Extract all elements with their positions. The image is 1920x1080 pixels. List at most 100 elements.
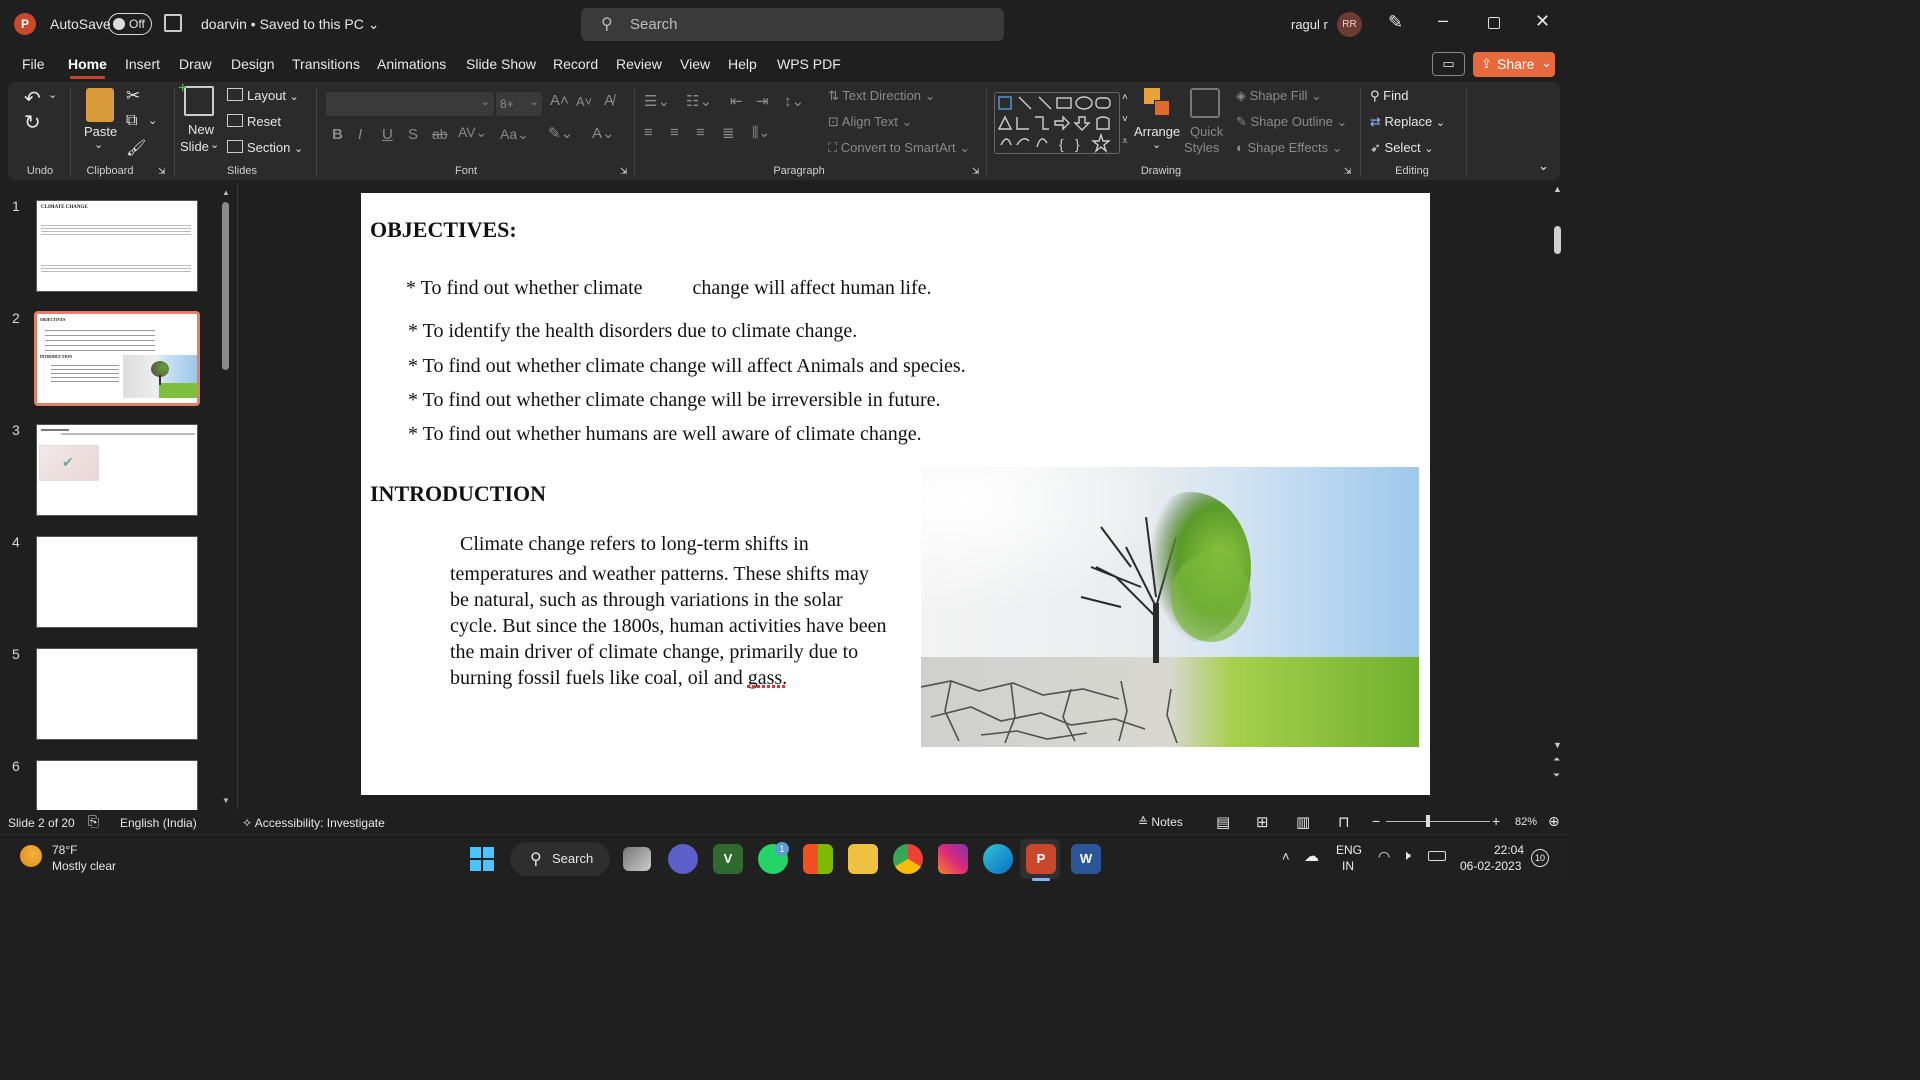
next-slide-icon[interactable]: ⏷ [1553,770,1560,781]
main-scrollbar[interactable]: ▲ ▼ ⏶ ⏷ [1550,182,1566,788]
italic-icon[interactable]: I [358,126,362,143]
slide-thumbnail-6[interactable] [36,760,198,810]
quick-styles-icon[interactable] [1190,88,1220,118]
font-color-icon[interactable]: A⌄ [592,124,615,142]
minimize-icon[interactable]: – [1438,10,1448,31]
chevron-down-icon[interactable]: ⌄ [210,138,219,151]
tab-animations[interactable]: Animations [377,56,446,72]
objective-bullet[interactable]: * To find out whether climate change wil… [408,355,966,378]
clock-time[interactable]: 22:04 [1494,843,1524,857]
text-direction-button[interactable]: ⇅ Text Direction ⌄ [828,88,936,104]
notification-badge[interactable]: 10 [1531,849,1549,867]
paste-icon[interactable] [86,88,114,122]
user-name[interactable]: ragul r [1291,17,1328,32]
redo-icon[interactable]: ↻ [24,110,41,135]
tab-draw[interactable]: Draw [179,56,212,72]
file-explorer-icon[interactable] [848,844,878,874]
tab-wps-pdf[interactable]: WPS PDF [777,56,841,72]
introduction-heading[interactable]: INTRODUCTION [370,481,546,507]
gallery-scroll-up-icon[interactable]: ˄ [1122,92,1128,103]
introduction-paragraph[interactable]: Climate change refers to long-term shift… [450,531,910,691]
tab-help[interactable]: Help [728,56,757,72]
language-eng[interactable]: ENG [1336,843,1362,857]
wifi-icon[interactable]: ◠ [1378,848,1390,865]
quick-styles-label[interactable]: Quick [1190,124,1223,139]
presenter-view-icon[interactable]: ⊓ [1338,813,1350,831]
pen-icon[interactable]: ✎ [1388,12,1403,33]
notes-button[interactable]: ≙ Notes [1138,815,1183,829]
slide-canvas[interactable]: OBJECTIVES: * To find out whether climat… [361,193,1430,795]
section-button[interactable]: Section ⌄ [247,140,303,155]
scroll-up-icon[interactable]: ▲ [1553,184,1562,194]
chevron-down-icon[interactable]: ⌄ [94,138,103,151]
show-hidden-icons[interactable]: ˄ [1282,849,1290,864]
microsoft-store-icon[interactable] [803,844,833,874]
climate-tree-image[interactable] [921,467,1419,747]
format-painter-icon[interactable]: 🖌 [126,138,146,158]
collapse-ribbon-icon[interactable]: ⌄ [1538,158,1549,174]
font-size-box[interactable]: 8+ ⌄ [496,92,542,116]
teams-chat-icon[interactable] [668,844,698,874]
shape-fill-button[interactable]: ◈ Shape Fill ⌄ [1236,88,1322,104]
edge-icon[interactable] [983,844,1013,874]
align-text-button[interactable]: ⊡ Align Text ⌄ [828,114,912,130]
reading-view-icon[interactable]: ▥ [1296,813,1310,831]
shadow-icon[interactable]: S [408,126,418,143]
quick-styles-label-2[interactable]: Styles [1184,140,1219,155]
zoom-level[interactable]: 82% [1515,816,1537,828]
chrome-icon[interactable] [893,844,923,874]
bold-icon[interactable]: B [332,126,343,143]
gallery-scroll-down-icon[interactable]: ˅ [1122,114,1128,125]
new-slide-label[interactable]: New [188,122,214,137]
line-spacing-icon[interactable]: ↕⌄ [784,92,804,110]
dialog-launcher-icon[interactable]: ⇲ [972,166,980,177]
undo-icon[interactable]: ↶ [24,86,41,111]
character-spacing-icon[interactable]: AV⌄ [458,124,487,141]
zoom-slider[interactable] [1386,815,1490,827]
new-slide-label-2[interactable]: Slide [180,139,209,154]
cut-icon[interactable]: ✂ [126,86,140,106]
tab-review[interactable]: Review [616,56,662,72]
taskbar-search[interactable]: ⚲ Search [510,842,610,876]
change-case-icon[interactable]: Aa⌄ [500,126,529,143]
slide-thumbnail-1[interactable]: CLIMATE CHANGE [36,200,198,292]
scroll-down-icon[interactable]: ▼ [1553,740,1562,750]
tab-insert[interactable]: Insert [125,56,160,72]
scrollbar-thumb[interactable] [222,202,229,370]
close-icon[interactable]: ✕ [1535,11,1550,32]
find-button[interactable]: ⚲ Find [1370,88,1408,104]
font-name-box[interactable]: ⌄ [326,92,494,116]
save-icon[interactable] [164,14,182,32]
tab-file[interactable]: File [22,56,45,72]
search-box[interactable]: ⚲ Search [581,8,1004,41]
avatar[interactable]: RR [1337,12,1362,37]
chevron-down-icon[interactable]: ⌄ [148,114,157,127]
zoom-slider-thumb[interactable] [1426,815,1430,827]
language-indicator[interactable]: English (India) [120,816,197,830]
slide-thumbnail-3[interactable]: ✔ [36,424,198,516]
accessibility-button[interactable]: ✧ Accessibility: Investigate [242,816,385,830]
objective-bullet[interactable]: * To find out whether climate change wil… [408,389,941,412]
increase-font-icon[interactable]: A˄ [550,92,569,109]
task-view-icon[interactable] [623,847,651,871]
highlight-icon[interactable]: ✎⌄ [548,124,573,142]
decrease-font-icon[interactable]: A˅ [576,94,592,109]
spelling-check-icon[interactable]: ⎘ [88,813,99,830]
scroll-up-icon[interactable]: ▲ [222,188,230,197]
new-slide-icon[interactable] [184,86,214,116]
tab-design[interactable]: Design [231,56,275,72]
copy-icon[interactable]: ⧉ [126,112,137,130]
objective-bullet[interactable]: * To find out whether humans are well aw… [408,423,922,446]
thumbnail-scrollbar[interactable]: ▲ ▼ [220,188,232,808]
powerpoint-taskbar-icon[interactable]: P [1026,844,1056,874]
increase-indent-icon[interactable]: ⇥ [756,92,769,110]
dialog-launcher-icon[interactable]: ⇲ [158,166,166,177]
dialog-launcher-icon[interactable]: ⇲ [1344,166,1352,177]
tab-record[interactable]: Record [553,56,598,72]
tab-view[interactable]: View [680,56,710,72]
section-icon[interactable] [227,140,243,153]
columns-icon[interactable]: ⫼⌄ [752,124,770,141]
scrollbar-thumb[interactable] [1554,226,1561,254]
tab-home[interactable]: Home [68,56,107,79]
volume-mute-icon[interactable]: 🕨 [1402,847,1411,864]
